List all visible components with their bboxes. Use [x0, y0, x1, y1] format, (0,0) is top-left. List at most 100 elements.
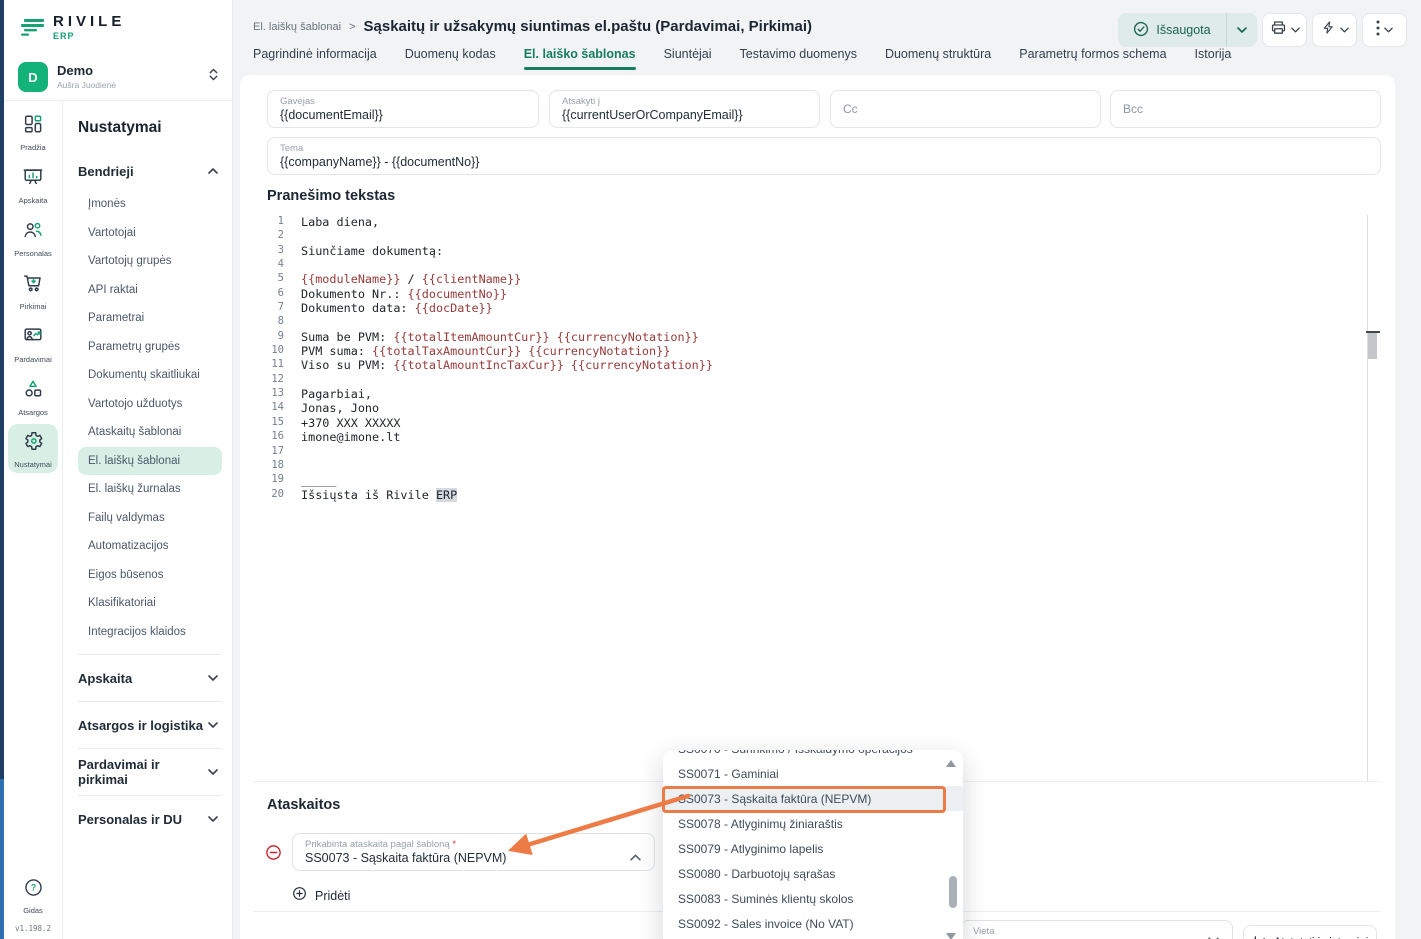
recipient-field[interactable]: Gavėjas {{documentEmail}}: [267, 90, 539, 128]
sidebar-item-integracijos-klaidos[interactable]: Integracijos klaidos: [78, 618, 222, 647]
dropdown-option[interactable]: SS0079 - Atlyginimo lapelis: [663, 836, 963, 861]
dropdown-option[interactable]: SS0080 - Darbuotojų sąrašas: [663, 861, 963, 886]
scroll-up-icon[interactable]: [946, 760, 956, 767]
menu-section-bendrieji[interactable]: Bendrieji: [78, 157, 222, 185]
account-expand-icon[interactable]: [208, 67, 219, 87]
editor-line[interactable]: 14Jonas, Jono: [267, 401, 1371, 415]
report-template-select[interactable]: Prikabinta ataskaita pagal šabloną * SS0…: [292, 833, 655, 871]
editor-line[interactable]: 11Viso su PVM: {{totalAmountIncTaxCur}} …: [267, 358, 1371, 372]
account-switcher[interactable]: D Demo Aušra Juodienė: [18, 60, 221, 94]
bcc-field[interactable]: Bcc: [1110, 90, 1381, 128]
rail-item-pradžia[interactable]: Pradžia: [4, 106, 62, 159]
sidebar-item-el-laiškų-žurnalas[interactable]: El. laiškų žurnalas: [78, 475, 222, 504]
sidebar-item-api-raktai[interactable]: API raktai: [78, 276, 222, 305]
people-icon: [22, 219, 44, 246]
sidebar-item-klasifikatoriai[interactable]: Klasifikatoriai: [78, 589, 222, 618]
editor-line[interactable]: 13Pagarbiai,: [267, 387, 1371, 401]
print-button[interactable]: [1262, 13, 1307, 47]
rail-item-apskaita[interactable]: Apskaita: [4, 159, 62, 212]
sidebar-item-automatizacijos[interactable]: Automatizacijos: [78, 532, 222, 561]
sidebar-item-failų-valdymas[interactable]: Failų valdymas: [78, 504, 222, 533]
dropdown-option[interactable]: SS0071 - Gaminiai: [663, 761, 963, 786]
editor-line[interactable]: 9Suma be PVM: {{totalItemAmountCur}} {{c…: [267, 330, 1371, 344]
sidebar-item-ataskaitų-šablonai[interactable]: Ataskaitų šablonai: [78, 418, 222, 447]
editor-line[interactable]: 16imone@imone.lt: [267, 430, 1371, 444]
more-actions-button[interactable]: [1362, 13, 1407, 47]
editor-scrollbar-thumb[interactable]: [1368, 333, 1377, 359]
rail-item-personalas[interactable]: Personalas: [4, 212, 62, 265]
cc-field[interactable]: Cc: [830, 90, 1101, 128]
editor-line[interactable]: 3Siunčiame dokumentą:: [267, 244, 1371, 258]
vieta-select[interactable]: Vieta: [960, 920, 1233, 939]
reply-to-field[interactable]: Atsakyti į {{currentUserOrCompanyEmail}}: [549, 90, 820, 128]
scroll-down-icon[interactable]: [946, 933, 956, 939]
editor-line[interactable]: 17: [267, 445, 1371, 459]
editor-line[interactable]: 18: [267, 459, 1371, 473]
menu-section-atsargos-ir-logistika[interactable]: Atsargos ir logistika: [78, 701, 222, 748]
remove-report-icon[interactable]: [265, 844, 282, 866]
dropdown-option[interactable]: SS0070 - Surinkimo / Išskaidymo operacij…: [663, 750, 963, 761]
line-number: 16: [267, 430, 301, 444]
sidebar-item-vartotojų-grupės[interactable]: Vartotojų grupės: [78, 247, 222, 276]
rail-item-nustatymai[interactable]: Nustatymai: [8, 424, 58, 473]
menu-body: Bendrieji ĮmonėsVartotojaiVartotojų grupė…: [78, 157, 222, 842]
save-options-caret[interactable]: [1227, 27, 1257, 33]
tab-testavimo-duomenys[interactable]: Testavimo duomenys: [740, 47, 857, 69]
line-number: 5: [267, 272, 301, 286]
save-status-button[interactable]: Išsaugota: [1118, 13, 1257, 47]
editor-line[interactable]: 2: [267, 229, 1371, 243]
sidebar-item-vartotojai[interactable]: Vartotojai: [78, 219, 222, 248]
sidebar-item-eigos-būsenos[interactable]: Eigos būsenos: [78, 561, 222, 590]
lightning-icon: [1321, 20, 1336, 40]
menu-section-pardavimai-ir-pirkimai[interactable]: Pardavimai ir pirkimai: [78, 748, 222, 795]
tab-el-laiško-šablonas[interactable]: El. laiško šablonas: [524, 47, 636, 69]
tab-duomenų-kodas[interactable]: Duomenų kodas: [405, 47, 496, 69]
editor-line[interactable]: 4: [267, 258, 1371, 272]
editor-line[interactable]: 19_____: [267, 473, 1371, 487]
dropdown-option[interactable]: SS0092 - Sales invoice (No VAT): [663, 911, 963, 936]
editor-line[interactable]: 8: [267, 315, 1371, 329]
line-number: 14: [267, 401, 301, 415]
restore-default-button[interactable]: Atstatyti į sisteminį: [1243, 925, 1377, 939]
editor-line[interactable]: 20Išsiųsta iš Rivile ERP: [267, 488, 1371, 502]
menu-section-apskaita[interactable]: Apskaita: [78, 654, 222, 701]
editor-line[interactable]: 1Laba diena,: [267, 215, 1371, 229]
tab-pagrindinė-informacija[interactable]: Pagrindinė informacija: [253, 47, 377, 69]
editor-scrollbar-track[interactable]: [1367, 215, 1368, 781]
dropdown-option[interactable]: SS0078 - Atlyginimų žiniaraštis: [663, 811, 963, 836]
dropdown-option[interactable]: SS0083 - Suminės klientų skolos: [663, 886, 963, 911]
sidebar-item-el-laiškų-šablonai[interactable]: El. laiškų šablonai: [78, 447, 222, 476]
sidebar-item-įmonės[interactable]: Įmonės: [78, 190, 222, 219]
rail-item-gidas[interactable]: ? Gidas: [23, 877, 44, 915]
rail-item-pirkimai[interactable]: Pirkimai: [4, 265, 62, 318]
subject-field[interactable]: Tema {{companyName}} - {{documentNo}}: [267, 137, 1381, 175]
code-editor[interactable]: 1Laba diena,23Siunčiame dokumentą:45{{mo…: [267, 215, 1371, 781]
editor-line[interactable]: 5{{moduleName}} / {{clientName}}: [267, 272, 1371, 286]
restore-icon: [1252, 934, 1267, 939]
editor-line[interactable]: 6Dokumento Nr.: {{documentNo}}: [267, 287, 1371, 301]
sidebar-item-parametrai[interactable]: Parametrai: [78, 304, 222, 333]
rail-item-pardavimai[interactable]: Pardavimai: [4, 318, 62, 371]
sidebar-item-dokumentų-skaitliukai[interactable]: Dokumentų skaitliukai: [78, 361, 222, 390]
tab-istorija[interactable]: Istorija: [1195, 47, 1232, 69]
field-label: Tema: [280, 143, 1368, 154]
dropdown-option[interactable]: SS0073 - Sąskaita faktūra (NEPVM): [663, 786, 963, 811]
menu-section-personalas-ir-du[interactable]: Personalas ir DU: [78, 795, 222, 842]
breadcrumb-link[interactable]: El. laiškų šablonai: [253, 21, 341, 33]
editor-line[interactable]: 15+370 XXX XXXXX: [267, 416, 1371, 430]
editor-line[interactable]: 12: [267, 373, 1371, 387]
tab-siuntėjai[interactable]: Siuntėjai: [664, 47, 712, 69]
breadcrumb-separator: >: [349, 21, 355, 33]
rail-item-atsargos[interactable]: Atsargos: [4, 371, 62, 424]
line-number: 1: [267, 215, 301, 229]
dropdown-scrollbar-thumb[interactable]: [949, 876, 957, 908]
tab-duomenų-struktūra[interactable]: Duomenų struktūra: [885, 47, 991, 69]
automation-button[interactable]: [1312, 13, 1357, 47]
sidebar-item-parametrų-grupės[interactable]: Parametrų grupės: [78, 333, 222, 362]
rail-item-label: Pirkimai: [20, 302, 47, 311]
add-report-button[interactable]: Pridėti: [292, 886, 350, 906]
sidebar-item-vartotojo-užduotys[interactable]: Vartotojo užduotys: [78, 390, 222, 419]
tab-parametrų-formos-schema[interactable]: Parametrų formos schema: [1019, 47, 1166, 69]
editor-line[interactable]: 7Dokumento data: {{docDate}}: [267, 301, 1371, 315]
editor-line[interactable]: 10PVM suma: {{totalTaxAmountCur}} {{curr…: [267, 344, 1371, 358]
